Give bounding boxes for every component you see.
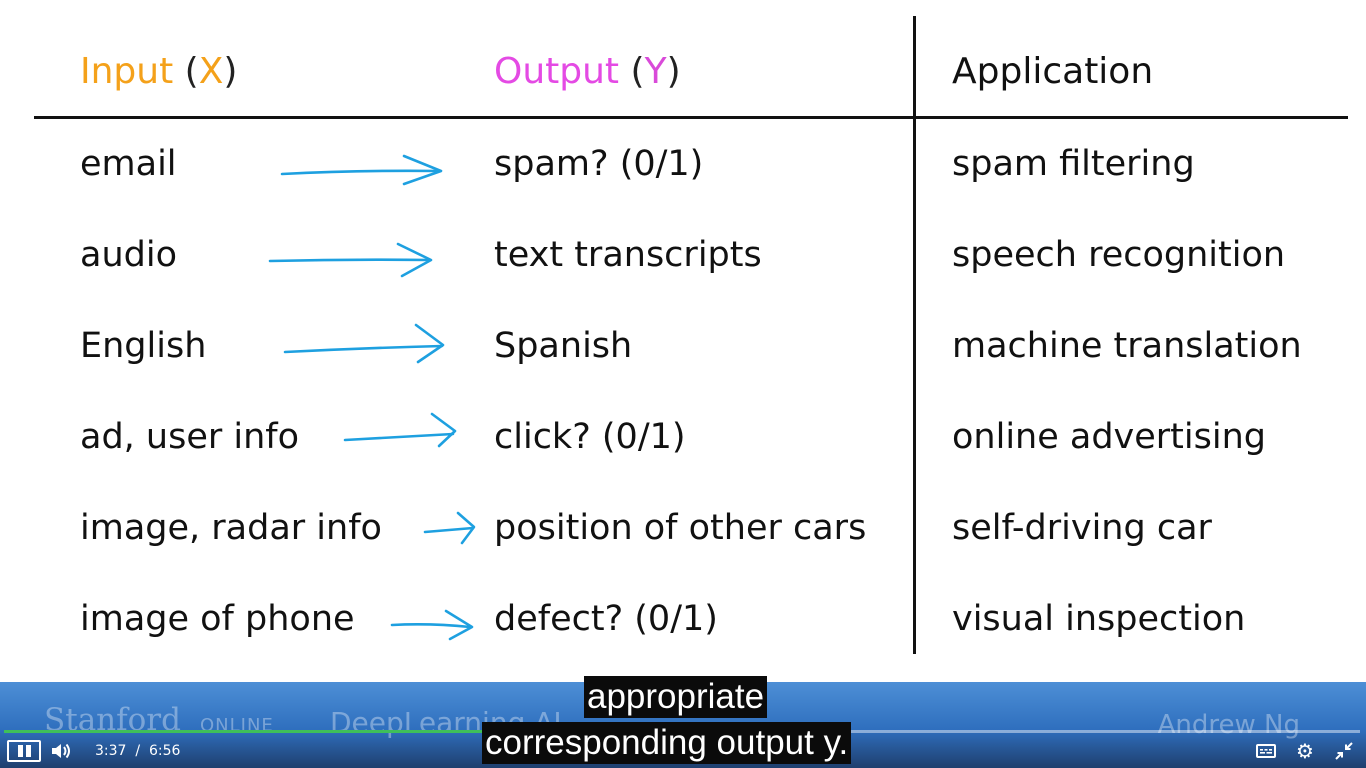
row-3-application: machine translation: [952, 326, 1302, 366]
instructor-name: Andrew Ng: [1157, 710, 1300, 740]
lecture-slide: Input (X) Output (Y) Application email s…: [0, 0, 1366, 682]
row-4-application: online advertising: [952, 417, 1266, 457]
time-display: 3:37 / 6:56: [95, 743, 181, 759]
subtitle-line-2: corresponding output y.: [482, 722, 852, 764]
gear-icon: ⚙: [1296, 739, 1314, 763]
captions-button[interactable]: [1256, 744, 1276, 758]
row-5-input: image, radar info: [80, 508, 382, 548]
row-5-arrow-icon: [423, 511, 476, 545]
header-input-var: X: [198, 51, 224, 92]
row-6-arrow-icon: [390, 609, 474, 641]
row-4-arrow-icon: [343, 412, 457, 448]
volume-button[interactable]: [50, 740, 72, 762]
row-3-arrow-icon: [283, 323, 445, 364]
volume-icon: [52, 743, 70, 759]
row-2-application: speech recognition: [952, 235, 1286, 275]
row-5-application: self-driving car: [952, 508, 1212, 548]
row-5-output: position of other cars: [494, 508, 867, 548]
exit-fullscreen-button[interactable]: [1334, 741, 1354, 761]
row-3-output: Spanish: [494, 326, 633, 366]
row-6-application: visual inspection: [952, 599, 1246, 639]
row-6-input: image of phone: [80, 599, 355, 639]
exit-fullscreen-icon: [1335, 742, 1353, 760]
duration: 6:56: [148, 743, 181, 759]
row-3-input: English: [80, 326, 207, 366]
subtitle-line-1: appropriate: [584, 676, 768, 718]
row-1-input: email: [80, 144, 177, 184]
header-output: Output (Y): [494, 51, 681, 92]
row-4-input: ad, user info: [80, 417, 300, 457]
header-underline: [34, 116, 1348, 119]
row-2-input: audio: [80, 235, 177, 275]
pause-button[interactable]: [7, 740, 41, 762]
row-2-arrow-icon: [268, 242, 433, 278]
row-4-output: click? (0/1): [494, 417, 686, 457]
current-time: 3:37: [95, 743, 127, 759]
row-6-output: defect? (0/1): [494, 599, 718, 639]
row-1-output: spam? (0/1): [494, 144, 704, 184]
row-2-output: text transcripts: [494, 235, 762, 275]
settings-button[interactable]: ⚙: [1296, 740, 1314, 762]
row-1-application: spam filtering: [952, 144, 1195, 184]
header-application: Application: [952, 51, 1154, 92]
header-output-var: Y: [644, 51, 667, 92]
header-input: Input (X): [80, 51, 238, 92]
column-divider: [913, 16, 916, 654]
row-1-arrow-icon: [280, 154, 443, 186]
closed-captions-icon: [1260, 749, 1272, 754]
